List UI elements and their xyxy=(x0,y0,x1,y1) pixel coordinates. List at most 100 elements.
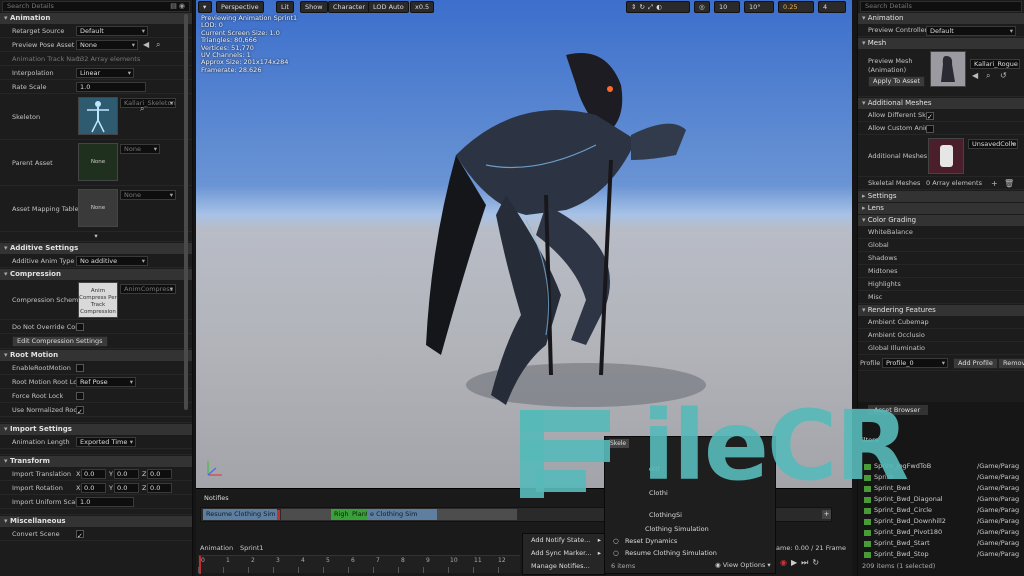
rotation-snap-button[interactable]: 10° xyxy=(744,1,774,13)
category-animation[interactable]: Animation xyxy=(0,13,192,24)
preview-controller-dropdown[interactable]: Default xyxy=(926,26,1016,36)
allow-different-checkbox[interactable] xyxy=(926,111,934,124)
right-category-rendering[interactable]: Rendering Features xyxy=(858,305,1024,316)
lit-button[interactable]: Lit xyxy=(276,1,294,13)
play-icon[interactable]: ▶ xyxy=(791,558,801,567)
translation-x-input[interactable]: 0.0 xyxy=(81,469,106,479)
viewport-options-icon[interactable]: ▾ xyxy=(198,1,212,13)
translation-y-input[interactable]: 0.0 xyxy=(114,469,139,479)
rotation-x-input[interactable]: 0.0 xyxy=(81,483,106,493)
notify-plant[interactable]: Plant xyxy=(349,509,368,520)
use-selected-icon[interactable]: ◀ xyxy=(143,38,149,52)
submenu-partial-item[interactable]: Clothing Simulation xyxy=(645,525,709,533)
preview-search-input[interactable]: Search Details xyxy=(860,1,1022,12)
profile-dropdown[interactable]: Profile_0 xyxy=(882,358,948,368)
asset-name[interactable]: Sprint_Bwd_Pivot180 xyxy=(874,528,942,536)
notify-right-foot[interactable]: Righ xyxy=(331,509,349,520)
rendering-item[interactable]: Ambient Cubemap xyxy=(858,316,1024,329)
resume-clothing-item[interactable]: ○ Resume Clothing Simulation xyxy=(609,547,769,560)
world-local-icon[interactable]: ◎ xyxy=(694,1,710,13)
add-profile-button[interactable]: Add Profile xyxy=(953,358,998,369)
animation-length-dropdown[interactable]: Exported Time xyxy=(76,437,136,447)
notify-resume-clothing[interactable]: Resume Clothing Sim xyxy=(203,509,277,520)
timeline-scrubber[interactable]: 0 1 2 3 4 5 6 7 8 9 10 11 12 xyxy=(198,555,520,574)
parent-asset-dropdown[interactable]: None xyxy=(120,144,160,154)
submenu-view-options[interactable]: ◉ View Options ▾ xyxy=(715,561,771,569)
right-category-lens[interactable]: Lens xyxy=(858,203,1024,214)
force-root-lock-checkbox[interactable] xyxy=(76,392,84,400)
right-category-color-grading[interactable]: Color Grading xyxy=(858,215,1024,226)
interpolation-dropdown[interactable]: Linear xyxy=(76,68,134,78)
camera-speed-button[interactable]: 4 xyxy=(818,1,846,13)
preview-mesh-value[interactable]: Kallari_Rogue xyxy=(970,59,1020,69)
show-button[interactable]: Show xyxy=(300,1,328,13)
details-scrollbar[interactable] xyxy=(184,14,188,410)
additional-meshes-thumbnail[interactable] xyxy=(928,138,964,174)
enable-root-motion-checkbox[interactable] xyxy=(76,364,84,372)
category-root-motion[interactable]: Root Motion xyxy=(0,350,192,361)
asset-name[interactable]: Sprint_Bwd_Downhill2 xyxy=(874,517,946,525)
compression-scheme-dropdown[interactable]: AnimCompress xyxy=(120,284,176,294)
rotation-z-input[interactable]: 0.0 xyxy=(147,483,172,493)
add-track-icon[interactable]: + xyxy=(822,510,831,519)
asset-name[interactable]: Sprint_Bwd_Circle xyxy=(874,506,932,514)
allow-custom-checkbox[interactable] xyxy=(926,125,934,133)
delete-icon[interactable]: 🗑 xyxy=(1004,177,1014,190)
import-scale-input[interactable]: 1.0 xyxy=(76,497,134,507)
notify-marker[interactable] xyxy=(277,510,280,520)
translation-z-input[interactable]: 0.0 xyxy=(147,469,172,479)
parent-asset-thumbnail[interactable]: None xyxy=(78,143,118,181)
scale-snap-button[interactable]: 0.25 xyxy=(778,1,814,13)
view-options-icon[interactable]: ▤◉ xyxy=(170,2,187,11)
right-category-mesh[interactable]: Mesh xyxy=(858,38,1024,49)
playback-speed-button[interactable]: x0.5 xyxy=(410,1,435,13)
category-additive[interactable]: Additive Settings xyxy=(0,243,192,254)
skeleton-thumbnail[interactable] xyxy=(78,97,118,135)
no-override-checkbox[interactable] xyxy=(76,323,84,331)
convert-scene-checkbox[interactable] xyxy=(76,529,84,543)
normalized-root-checkbox[interactable] xyxy=(76,405,84,419)
remove-profile-button[interactable]: Remov xyxy=(998,358,1024,369)
apply-to-asset-button[interactable]: Apply To Asset xyxy=(868,76,926,87)
color-grading-item[interactable]: Global xyxy=(858,239,1024,252)
color-grading-item[interactable]: Midtones xyxy=(858,265,1024,278)
right-category-additional-meshes[interactable]: Additional Meshes xyxy=(858,98,1024,109)
category-transform[interactable]: Transform xyxy=(0,456,192,467)
step-forward-icon[interactable]: ⏭ xyxy=(801,558,812,567)
color-grading-item[interactable]: Misc xyxy=(858,291,1024,304)
loop-icon[interactable]: ↻ xyxy=(812,558,823,567)
asset-name[interactable]: Sprint_Bwd_Start xyxy=(874,539,930,547)
category-compression[interactable]: Compression xyxy=(0,269,192,280)
preview-mesh-thumbnail[interactable] xyxy=(930,51,966,87)
reset-icon[interactable]: ↺ xyxy=(1000,71,1007,80)
playback-controls[interactable]: ◉▶⏭↻ xyxy=(780,558,848,572)
right-category-settings[interactable]: Settings xyxy=(858,191,1024,202)
rate-scale-input[interactable]: 1.0 xyxy=(76,82,146,92)
color-grading-item[interactable]: Shadows xyxy=(858,252,1024,265)
skeleton-browse-icon[interactable]: ⌕ xyxy=(140,102,144,116)
manage-notifies-item[interactable]: Manage Notifies... xyxy=(523,560,605,573)
color-grading-item[interactable]: WhiteBalance xyxy=(858,226,1024,239)
perspective-button[interactable]: Perspective xyxy=(216,1,264,13)
use-selected-icon[interactable]: ◀ xyxy=(972,71,978,80)
right-category-animation[interactable]: Animation xyxy=(858,13,1024,24)
additional-meshes-dropdown[interactable]: UnsavedColle xyxy=(968,139,1018,149)
category-misc[interactable]: Miscellaneous xyxy=(0,516,192,527)
browse-icon[interactable]: ⌕ xyxy=(156,38,160,52)
add-element-icon[interactable]: + xyxy=(991,177,998,190)
category-import[interactable]: Import Settings xyxy=(0,424,192,435)
character-button[interactable]: Character xyxy=(328,1,371,13)
root-lock-dropdown[interactable]: Ref Pose xyxy=(76,377,136,387)
record-icon[interactable]: ◉ xyxy=(780,558,791,567)
color-grading-item[interactable]: Highlights xyxy=(858,278,1024,291)
compression-scheme-thumbnail[interactable]: Anim Compress Per Track Compression xyxy=(78,282,118,318)
rendering-item[interactable]: Global Illuminatio xyxy=(858,342,1024,355)
edit-compression-button[interactable]: Edit Compression Settings xyxy=(12,336,108,347)
additive-type-dropdown[interactable]: No additive xyxy=(76,256,148,266)
add-sync-marker-item[interactable]: Add Sync Marker... ▸ xyxy=(523,547,605,560)
expand-advanced-icon[interactable]: ▾ xyxy=(0,232,192,242)
lod-button[interactable]: LOD Auto xyxy=(368,1,409,13)
browse-icon[interactable]: ⌕ xyxy=(986,71,990,80)
grid-snap-button[interactable]: 10 xyxy=(714,1,740,13)
asset-mapping-dropdown[interactable]: None xyxy=(120,190,176,200)
